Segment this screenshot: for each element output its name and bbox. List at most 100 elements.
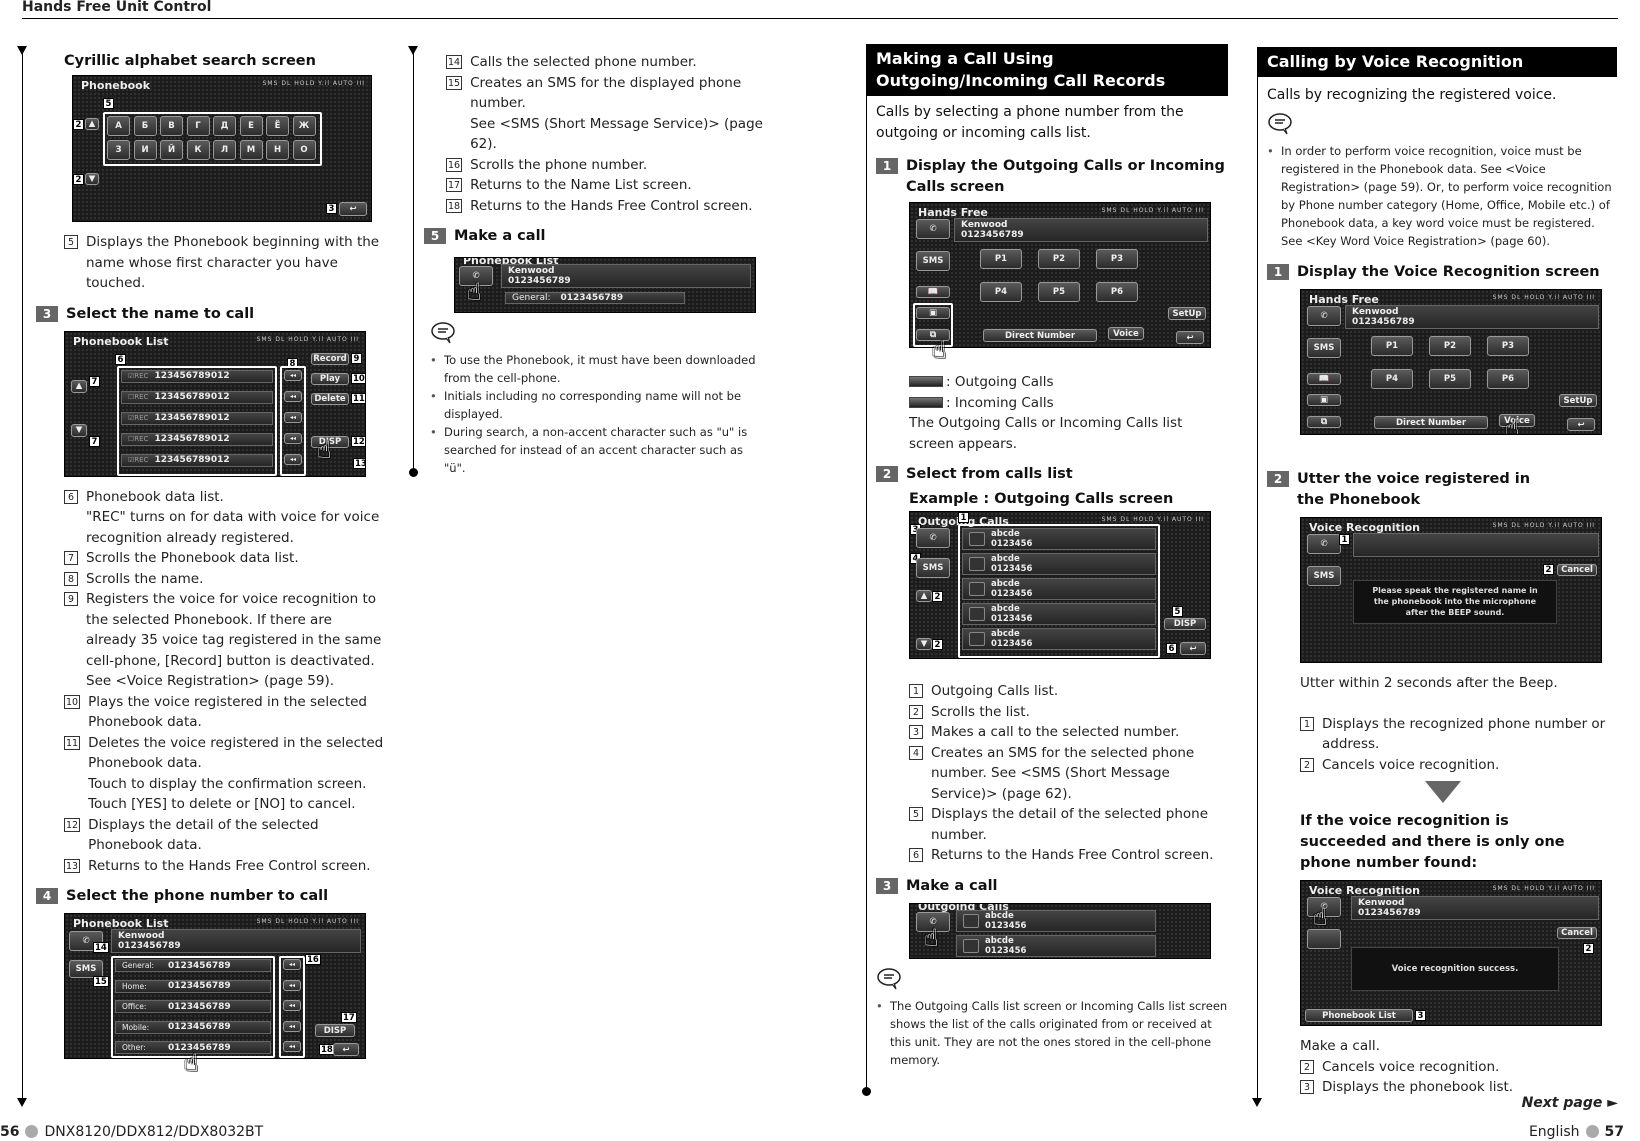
rec-flag: ☐REC — [128, 435, 149, 443]
select-box-icon — [969, 582, 985, 596]
scroll-down-button[interactable]: ▼ — [85, 173, 99, 185]
letter-key[interactable]: Ё — [266, 116, 289, 136]
call-button[interactable]: ✆ — [1307, 306, 1341, 326]
preset-button[interactable]: P2 — [1429, 336, 1471, 356]
back-button[interactable]: ↩ — [1176, 331, 1204, 344]
letter-key[interactable]: Г — [186, 116, 210, 136]
notes-list: To use the Phonebook, it must have been … — [430, 351, 768, 477]
number-row[interactable]: Mobile: 0123456789 — [115, 1020, 271, 1034]
number-row[interactable]: Home: 0123456789 — [115, 979, 271, 993]
voice-button[interactable]: Voice — [1108, 327, 1144, 340]
phonebook-button[interactable]: 📖 — [1307, 373, 1341, 385]
callout-7: 7 — [89, 375, 100, 387]
sms-button[interactable] — [1307, 929, 1341, 949]
back-button[interactable]: ↩ — [1180, 642, 1206, 655]
preset-button[interactable]: P6 — [1487, 369, 1529, 389]
call-number: 0123456 — [985, 945, 1027, 956]
number-row[interactable]: General: 0123456789 — [505, 292, 685, 304]
outgoing-calls-button[interactable]: ▣ — [1307, 394, 1341, 406]
letter-key[interactable]: Б — [133, 116, 157, 136]
next-page-link[interactable]: Next page ► — [1522, 1095, 1618, 1111]
step-number: 3 — [876, 877, 898, 894]
letter-key[interactable]: Л — [213, 140, 236, 160]
phonebook-row[interactable]: ☑REC 123456789012 — [121, 369, 273, 383]
direct-number-button[interactable]: Direct Number — [1374, 416, 1488, 429]
sms-button[interactable]: SMS — [1307, 338, 1341, 358]
scroll-up-button[interactable]: ▲ — [85, 118, 99, 130]
preset-button[interactable]: P5 — [1038, 282, 1080, 302]
pointing-hand-icon: ☝ — [317, 435, 332, 464]
number-row[interactable]: Office: 0123456789 — [115, 1000, 271, 1013]
cancel-button[interactable]: Cancel — [1557, 927, 1597, 939]
letter-key[interactable]: Д — [213, 116, 236, 136]
phonebook-row[interactable]: ☑REC 123456789012 — [121, 453, 273, 467]
phonebook-row[interactable]: ☐REC 123456789012 — [121, 390, 273, 404]
row-number: 0123456789 — [168, 1001, 231, 1012]
callout-number: 1 — [909, 684, 923, 698]
setup-button[interactable]: SetUp — [1168, 307, 1206, 320]
direct-number-button[interactable]: Direct Number — [983, 329, 1097, 342]
cancel-button[interactable]: Cancel — [1557, 564, 1597, 576]
sms-button[interactable]: SMS — [1307, 566, 1341, 586]
call-button[interactable]: ✆ — [1307, 534, 1341, 554]
preset-button[interactable]: P5 — [1429, 369, 1471, 389]
call-row[interactable]: abcde 0123456 — [962, 578, 1156, 600]
sms-button[interactable]: SMS — [916, 251, 950, 271]
outgoing-calls-button[interactable]: ▣ — [916, 307, 950, 319]
back-button[interactable]: ↩ — [339, 202, 367, 216]
preset-button[interactable]: P2 — [1038, 249, 1080, 269]
call-row[interactable]: abcde 0123456 — [962, 528, 1156, 550]
preset-button[interactable]: P3 — [1096, 249, 1138, 269]
letter-key[interactable]: З — [107, 140, 130, 160]
disp-button[interactable]: DISP — [315, 1024, 355, 1037]
letter-key[interactable]: К — [186, 140, 210, 160]
letter-key[interactable]: И — [133, 140, 157, 160]
legend-text: Deletes the voice registered in the sele… — [88, 734, 384, 813]
preset-button[interactable]: P4 — [980, 282, 1022, 302]
scroll-up-button[interactable]: ▲ — [71, 379, 87, 393]
flow-arrow-start — [408, 46, 418, 55]
preset-button[interactable]: P4 — [1371, 369, 1413, 389]
call-row[interactable]: abcde 0123456 — [956, 909, 1156, 932]
call-row[interactable]: abcde 0123456 — [962, 603, 1156, 625]
delete-button[interactable]: Delete — [311, 392, 349, 405]
scroll-up-button[interactable]: ▲ — [916, 590, 932, 602]
preset-button[interactable]: P1 — [980, 249, 1022, 269]
sms-button[interactable]: SMS — [916, 558, 950, 578]
letter-key[interactable]: А — [107, 116, 130, 136]
scroll-down-button[interactable]: ▼ — [916, 638, 932, 650]
play-button[interactable]: Play — [311, 372, 349, 385]
call-button[interactable]: ✆ — [916, 219, 950, 239]
call-row[interactable]: abcde 0123456 — [956, 934, 1156, 957]
phonebook-row[interactable]: ☐REC 123456789012 — [121, 432, 273, 446]
preset-button[interactable]: P3 — [1487, 336, 1529, 356]
disp-button[interactable]: DISP — [1164, 618, 1206, 630]
preset-button[interactable]: P1 — [1371, 336, 1413, 356]
phonebook-list-button[interactable]: Phonebook List — [1305, 1009, 1413, 1022]
letter-key[interactable]: Ж — [292, 116, 316, 136]
note-icon — [1268, 113, 1292, 135]
phonebook-row[interactable]: ☑REC 123456789012 — [121, 411, 273, 425]
letter-key[interactable]: М — [239, 140, 263, 160]
footer-right: English 57 — [1529, 1124, 1624, 1140]
letter-key[interactable]: Й — [160, 140, 183, 160]
letter-key[interactable]: Н — [266, 140, 289, 160]
select-box-icon — [963, 913, 979, 928]
scroll-down-button[interactable]: ▼ — [71, 423, 87, 437]
letter-key[interactable]: Е — [239, 116, 263, 136]
letter-key[interactable]: О — [292, 140, 316, 160]
incoming-calls-button[interactable]: ⧉ — [1307, 416, 1341, 428]
setup-button[interactable]: SetUp — [1559, 394, 1597, 407]
number-row[interactable]: General: 0123456789 — [115, 959, 271, 972]
call-row[interactable]: abcde 0123456 — [962, 553, 1156, 575]
call-row[interactable]: abcde 0123456 — [962, 628, 1156, 650]
back-button[interactable]: ↩ — [333, 1043, 359, 1056]
callout-number: 1 — [1300, 716, 1314, 731]
back-button[interactable]: ↩ — [1567, 418, 1595, 431]
call-button[interactable]: ✆ — [916, 528, 950, 548]
preset-button[interactable]: P6 — [1096, 282, 1138, 302]
letter-key[interactable]: В — [160, 116, 183, 136]
record-button[interactable]: Record — [311, 352, 349, 365]
phonebook-button[interactable]: 📖 — [916, 286, 950, 298]
column-3: Making a Call Using Outgoing/Incoming Ca… — [866, 44, 1228, 1069]
